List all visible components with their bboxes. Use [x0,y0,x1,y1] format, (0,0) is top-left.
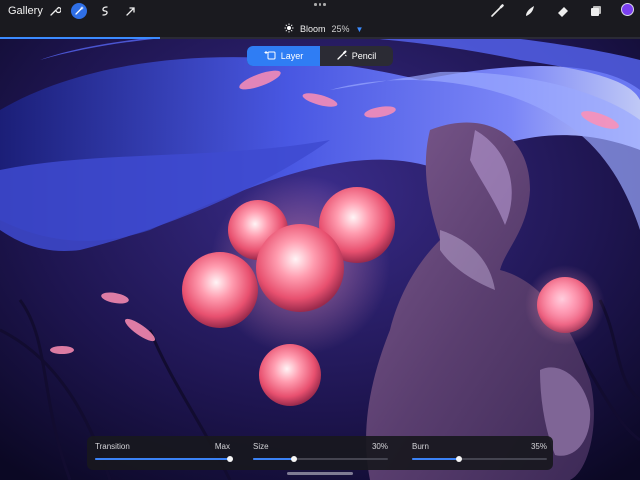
canvas-artwork[interactable] [0,0,640,480]
adjustment-indicator[interactable]: Bloom 25% ▼ [284,22,363,36]
transform-arrow-icon[interactable] [123,3,139,19]
layers-icon[interactable] [588,3,604,19]
slider-knob[interactable] [290,456,297,462]
adjustment-name: Bloom [300,24,326,34]
adjustment-progress-fill [0,37,160,39]
slider-label: Size [253,442,269,451]
top-toolbar: Gallery Bloom 25% ▼ [0,0,640,39]
slider-fill [412,458,460,460]
slider-value: Max [214,442,230,451]
magic-wand-icon[interactable] [71,3,87,19]
slider-value: 35% [530,442,547,451]
color-swatch[interactable] [621,3,634,16]
pencil-mode-label: Pencil [351,51,377,61]
slider-track[interactable] [412,456,547,462]
pencil-icon [337,50,347,62]
slider-label: Transition [95,442,130,451]
slider-label: Burn [412,442,429,451]
slider-track[interactable] [95,456,233,462]
home-indicator[interactable] [287,472,353,475]
eraser-icon[interactable] [555,3,571,19]
slider-fill [95,458,230,460]
size-slider[interactable]: Size 30% [253,442,388,466]
adjustment-sliders-panel: Transition Max Size 30% Burn 35% [87,436,553,470]
layer-pencil-toggle: Layer Pencil [247,46,393,66]
adjustment-value: 25% [331,24,350,34]
slider-track[interactable] [253,456,388,462]
adjustment-progress-bar[interactable] [0,37,640,39]
triangle-down-icon[interactable]: ▼ [356,25,364,34]
drag-handle[interactable] [313,3,327,7]
pencil-mode-button[interactable]: Pencil [320,46,393,66]
layer-add-icon [264,50,276,62]
slider-knob[interactable] [227,456,233,462]
slider-fill [253,458,294,460]
layer-mode-button[interactable]: Layer [247,46,320,66]
slider-value: 30% [371,442,388,451]
smudge-icon[interactable] [522,3,538,19]
selection-icon[interactable] [97,3,113,19]
wrench-icon[interactable] [47,3,63,19]
sun-icon [284,23,294,35]
transition-slider[interactable]: Transition Max [95,442,233,466]
gallery-button[interactable]: Gallery [8,5,43,17]
layer-mode-label: Layer [280,51,304,61]
brush-icon[interactable] [489,3,505,19]
burn-slider[interactable]: Burn 35% [412,442,547,466]
slider-knob[interactable] [456,456,463,462]
